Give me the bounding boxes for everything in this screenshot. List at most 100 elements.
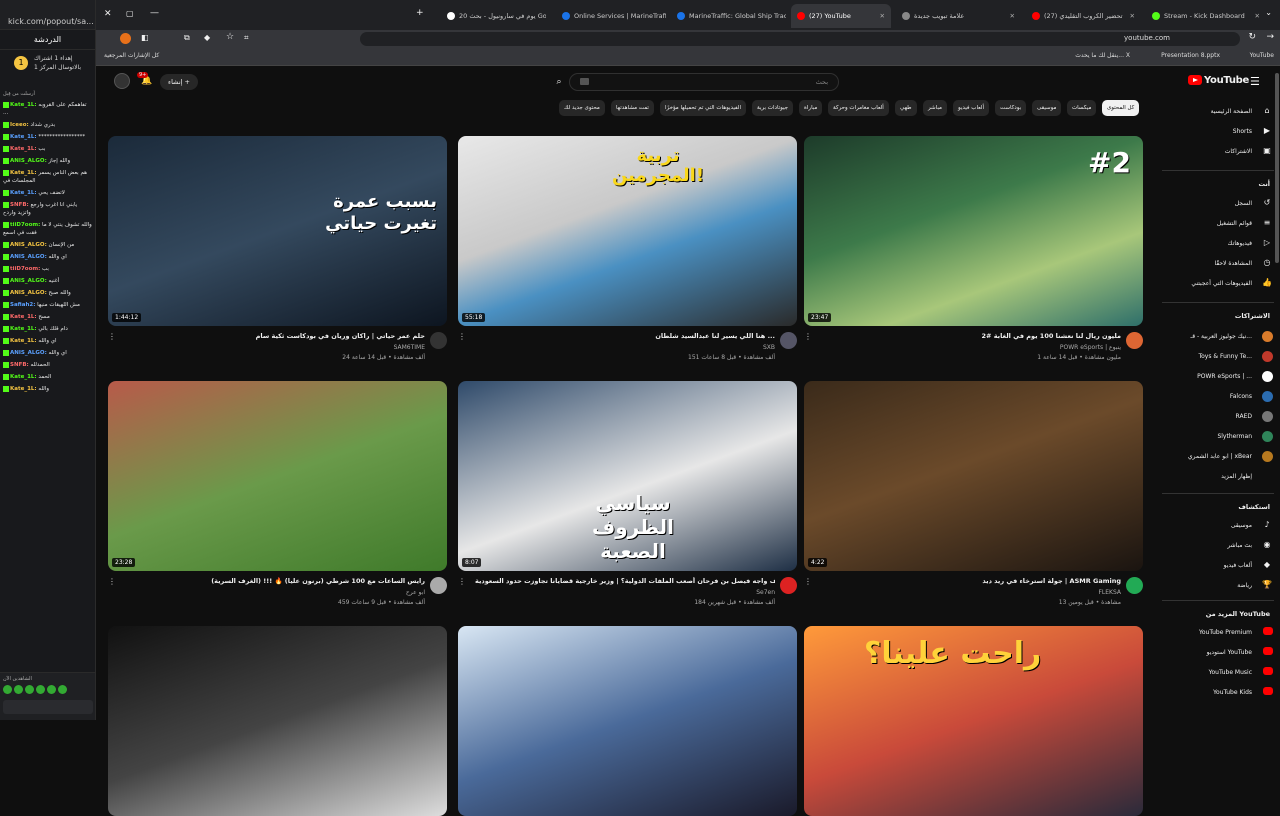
filter-chip[interactable]: ألعاب مغامرات وحركة bbox=[828, 100, 889, 116]
chat-message[interactable]: Iceeo: بدري شداد bbox=[3, 121, 92, 129]
chat-message[interactable]: ANIS_ALGO: أغنيه bbox=[3, 277, 92, 285]
chat-message[interactable]: Kate_1L: مسح bbox=[3, 313, 92, 321]
chat-username[interactable]: Safiah2: bbox=[10, 302, 35, 308]
pinned-message[interactable]: 1 إهداء 1 اشتراك بالاتوسال المركز 1 bbox=[0, 50, 95, 88]
chat-username[interactable]: Kate_1L: bbox=[10, 326, 37, 332]
chat-input[interactable] bbox=[3, 700, 93, 714]
video-card[interactable] bbox=[108, 626, 447, 816]
filter-chip[interactable]: مباشر bbox=[923, 100, 947, 116]
video-title[interactable]: حلم عمر حياتي | راكان وريان في بودكاست ث… bbox=[125, 332, 425, 340]
chat-username[interactable]: ANIS_ALGO: bbox=[10, 254, 47, 260]
subscriptions-header[interactable]: الاشتراكات bbox=[1235, 312, 1270, 320]
chat-username[interactable]: tiiD7oom: bbox=[10, 266, 40, 272]
video-thumbnail[interactable]: 23:28 bbox=[108, 381, 447, 571]
youtube-app-item[interactable]: YouTube Premium bbox=[1199, 629, 1252, 636]
browser-tab[interactable]: 20 يوم في سارونيول - بحث Google✕ bbox=[441, 4, 546, 28]
chat-username[interactable]: Kate_1L: bbox=[10, 134, 37, 140]
emote-row[interactable] bbox=[3, 685, 93, 696]
chat-message[interactable]: Kate_1L: لاتضف يحي bbox=[3, 189, 92, 197]
channel-name[interactable]: POWR eSports | ينبوع bbox=[821, 344, 1121, 351]
guide-main-item[interactable]: الصفحة الرئيسية bbox=[1211, 108, 1252, 115]
chat-message[interactable]: Kate_1L: ***************** bbox=[3, 133, 92, 141]
emote-icon[interactable] bbox=[58, 685, 67, 694]
subscription-item[interactable]: RAED bbox=[1236, 413, 1252, 420]
chat-message[interactable]: tiiD7oom: والله تشوف ينتي لا ما فقت في ا… bbox=[3, 221, 92, 237]
chat-username[interactable]: Kate_1L: bbox=[10, 338, 37, 344]
kick-url[interactable]: kick.com/popout/sa... bbox=[0, 0, 95, 30]
video-thumbnail[interactable]: #2 23:47 bbox=[804, 136, 1143, 326]
guide-main-item[interactable]: الاشتراكات bbox=[1225, 148, 1252, 155]
youtube-app-item[interactable]: YouTube Kids bbox=[1213, 689, 1252, 696]
wallet-icon[interactable]: ◆ bbox=[204, 33, 210, 42]
chat-input-area[interactable]: الشاهدين الآن bbox=[0, 672, 95, 720]
filter-chip[interactable]: موسيقى bbox=[1032, 100, 1062, 116]
video-title[interactable]: رايس الساعات مع 100 شرطي (برنون عليا) 🔥 … bbox=[125, 577, 425, 585]
explore-item[interactable]: ألعاب فيديو bbox=[1224, 562, 1252, 569]
video-card[interactable]: تربية المجرمين! 55:18 هنا اللي يسير لنا عب… bbox=[458, 136, 797, 372]
browser-tab[interactable]: علامة تبويب جديدة ✕ bbox=[896, 4, 1021, 28]
video-thumbnail[interactable] bbox=[458, 626, 797, 816]
tab-search-icon[interactable]: ⌄ bbox=[1265, 8, 1272, 17]
chat-username[interactable]: ANIS_ALGO: bbox=[10, 278, 47, 284]
channel-name[interactable]: FLEKSA bbox=[821, 589, 1121, 596]
chat-message[interactable]: Kate_1L: تفاهمكم على القروبه ... bbox=[3, 101, 92, 117]
filter-chip[interactable]: تمت مشاهدتها bbox=[611, 100, 654, 116]
filter-chip[interactable]: مباراة bbox=[799, 100, 823, 116]
chat-username[interactable]: Kate_1L: bbox=[10, 102, 37, 108]
more-options-icon[interactable]: ⋮ bbox=[108, 577, 116, 586]
youtube-logo[interactable]: YouTube bbox=[1188, 75, 1249, 86]
url-input[interactable]: youtube.com bbox=[360, 32, 1240, 46]
reload-icon[interactable]: ↻ bbox=[1248, 32, 1256, 42]
scrollbar-thumb[interactable] bbox=[1275, 73, 1279, 263]
chat-message[interactable]: ANIS_ALGO: اي والله bbox=[3, 349, 92, 357]
chat-username[interactable]: ANIS_ALGO: bbox=[10, 242, 47, 248]
chat-username[interactable]: Kate_1L: bbox=[10, 386, 37, 392]
chat-username[interactable]: ANIS_ALGO: bbox=[10, 290, 47, 296]
video-card[interactable]: #2 23:47 مليون ريال لنا نعشنا 100 يوم في ا… bbox=[804, 136, 1143, 372]
browser-tab[interactable]: Online Services | MarineTraffic✕ bbox=[556, 4, 666, 28]
search-button[interactable]: ⌕ bbox=[548, 73, 570, 91]
guide-main-item[interactable]: Shorts bbox=[1233, 128, 1252, 135]
filter-chip[interactable]: بودكاست bbox=[995, 100, 1027, 116]
guide-you-item[interactable]: قوائم التشغيل bbox=[1217, 220, 1252, 227]
keyboard-icon[interactable] bbox=[580, 78, 589, 85]
scrollbar[interactable] bbox=[1274, 67, 1280, 720]
emote-icon[interactable] bbox=[36, 685, 45, 694]
explore-item[interactable]: بث مباشر bbox=[1227, 542, 1252, 549]
chat-message[interactable]: ANIS_ALGO: اي والله bbox=[3, 253, 92, 261]
video-thumbnail[interactable]: 4:22 bbox=[804, 381, 1143, 571]
emote-icon[interactable] bbox=[47, 685, 56, 694]
chat-username[interactable]: SNFB: bbox=[10, 362, 29, 368]
chat-message[interactable]: Safiah2: مش اللهيقات منيها bbox=[3, 301, 92, 309]
tab-close-icon[interactable]: ✕ bbox=[1126, 12, 1135, 20]
extension-icon[interactable]: ⧉ bbox=[184, 33, 190, 43]
bookmark-x[interactable]: ينقل لك ما يحدث... X bbox=[1075, 52, 1130, 59]
chat-username[interactable]: Kate_1L: bbox=[10, 190, 37, 196]
menu-icon[interactable]: ☰ bbox=[1250, 75, 1260, 88]
more-options-icon[interactable]: ⋮ bbox=[458, 577, 466, 586]
bookmark-star-icon[interactable]: ☆ bbox=[226, 32, 234, 42]
filter-chip[interactable]: الفيديوهات التي تم تحميلها مؤخرًا bbox=[660, 100, 746, 116]
emote-icon[interactable] bbox=[14, 685, 23, 694]
video-title[interactable]: كيف واجه فيصل بن فرحان أصعب الملفات الدو… bbox=[475, 577, 775, 585]
video-card[interactable]: سياسي الظروف الصعبة 8:07 كيف واجه فيصل بن … bbox=[458, 381, 797, 617]
youtube-app-item[interactable]: استوديو YouTube bbox=[1207, 649, 1252, 656]
video-title[interactable]: جولة استرخاء في ريد ديد | ASMR Gaming bbox=[821, 577, 1121, 585]
video-thumbnail[interactable] bbox=[108, 626, 447, 816]
video-card[interactable]: 23:28 رايس الساعات مع 100 شرطي (برنون علي… bbox=[108, 381, 447, 617]
chat-username[interactable]: Iceeo: bbox=[10, 122, 29, 128]
minimize-icon[interactable]: — bbox=[150, 8, 159, 18]
filter-chip[interactable]: كل المحتوى bbox=[1102, 100, 1140, 116]
chat-message[interactable]: Kate_1L: بب bbox=[3, 145, 92, 153]
filter-chip[interactable]: طهي bbox=[895, 100, 917, 116]
browser-tab[interactable]: (27) YouTube ✕ bbox=[791, 4, 891, 28]
bookmark-youtube[interactable]: YouTube bbox=[1250, 52, 1274, 59]
channel-avatar[interactable] bbox=[1126, 332, 1143, 349]
chat-username[interactable]: tiiD7oom: bbox=[10, 222, 40, 228]
video-card[interactable]: بسبب عمرة تغيرت حياتي 1:44:12 حلم عمر حيات… bbox=[108, 136, 447, 372]
video-thumbnail[interactable]: بسبب عمرة تغيرت حياتي 1:44:12 bbox=[108, 136, 447, 326]
explore-item[interactable]: موسيقى bbox=[1231, 522, 1252, 529]
chat-message[interactable]: Kate_1L: والله bbox=[3, 385, 92, 393]
chat-message[interactable]: Kate_1L: الحمد bbox=[3, 373, 92, 381]
more-options-icon[interactable]: ⋮ bbox=[804, 577, 812, 586]
